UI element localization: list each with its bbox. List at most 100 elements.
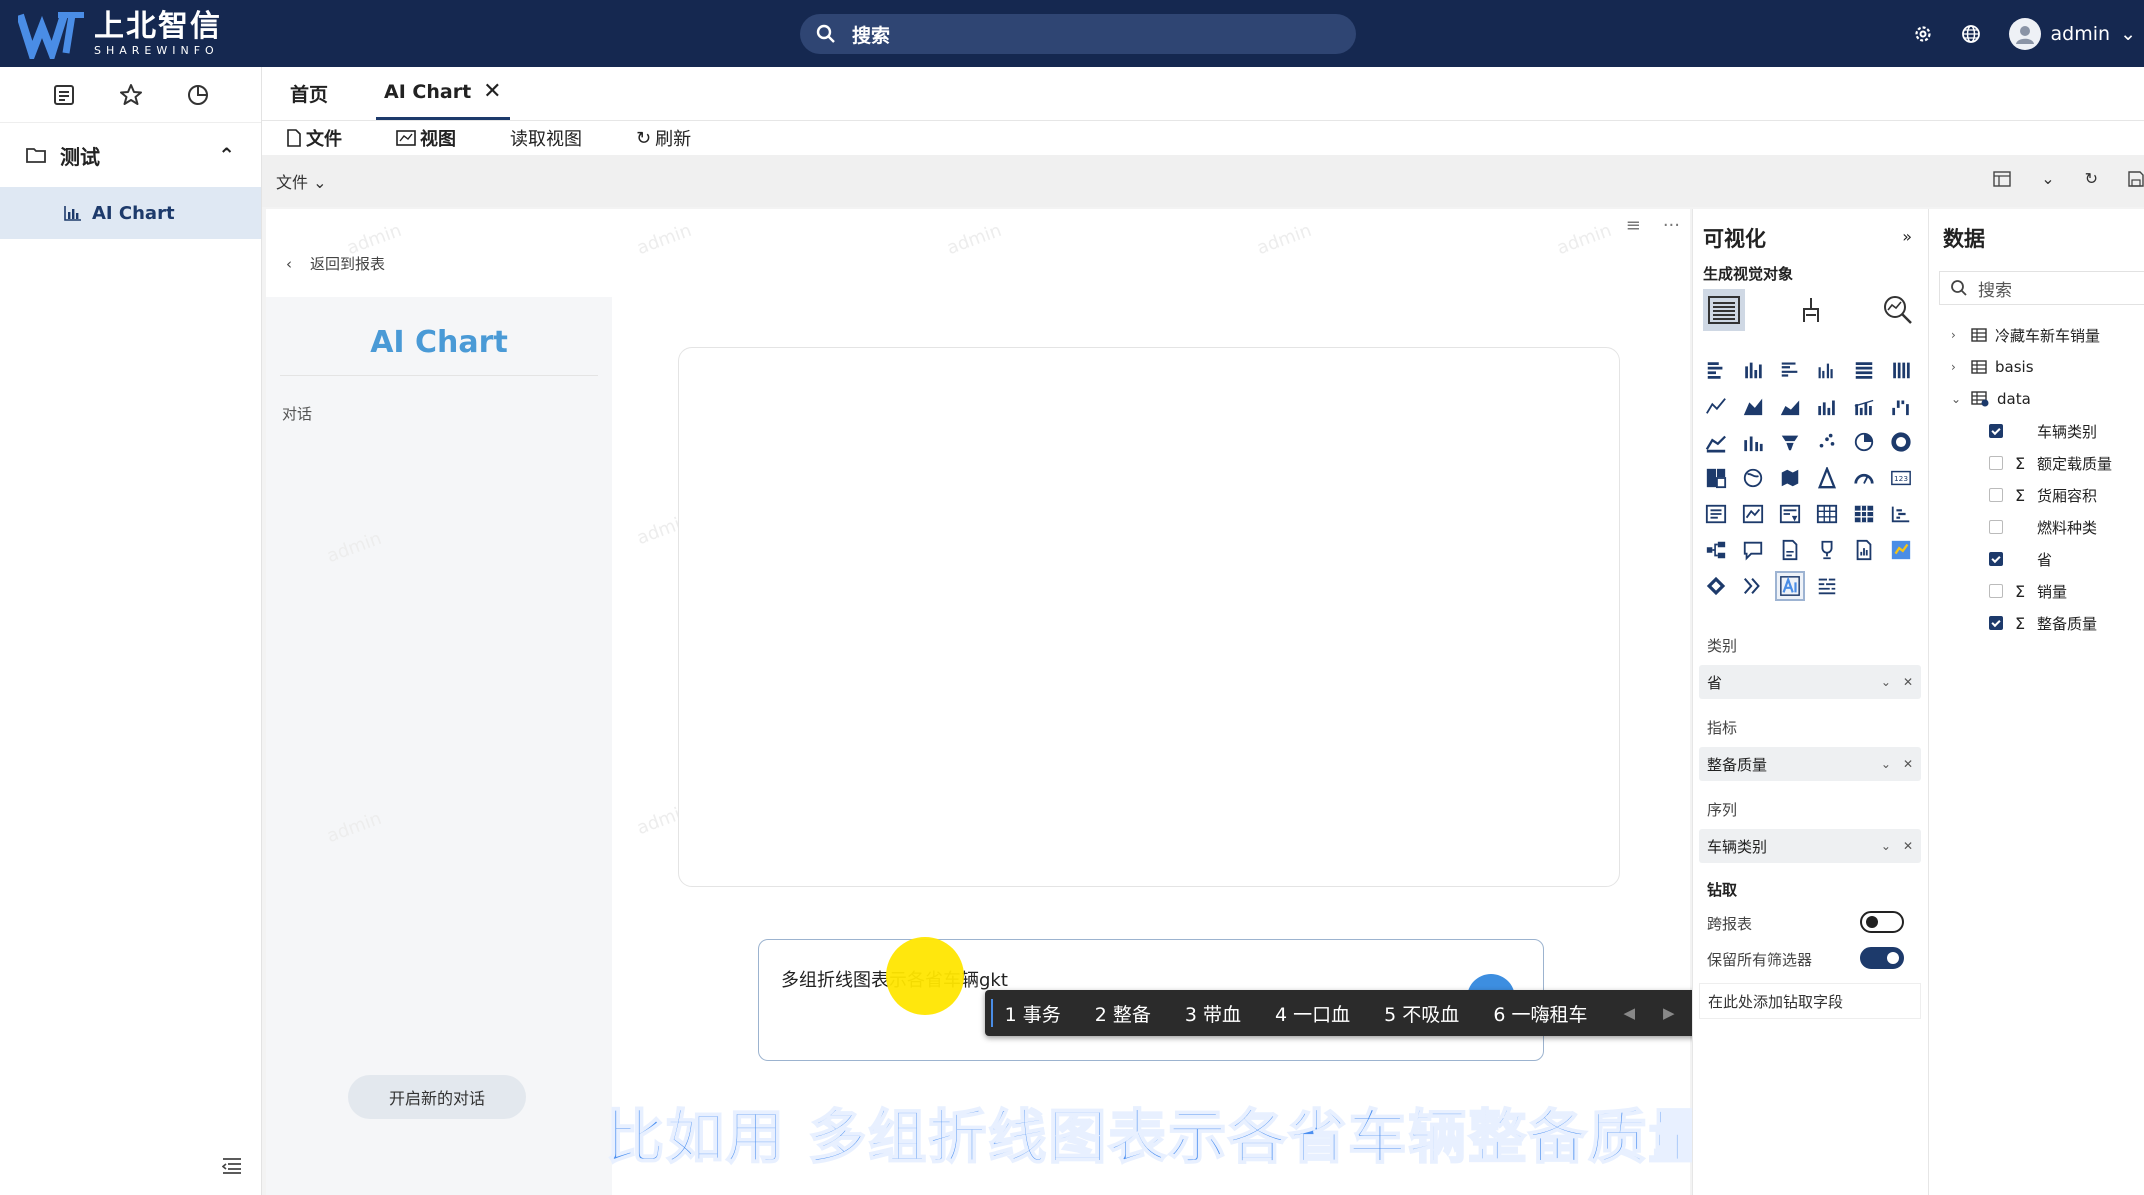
chevron-down-icon[interactable]: ⌄ [2041,169,2054,188]
data-search-input[interactable]: 搜索 [1939,271,2144,305]
format-visual-tab[interactable] [1790,289,1832,331]
chevron-down-icon[interactable]: ⌄ [1881,675,1891,689]
keep-filters-toggle[interactable] [1860,947,1904,969]
visual-type-scatter-line-icon[interactable] [1703,429,1729,455]
field-checkbox[interactable] [1989,424,2003,438]
visual-type-filled-map-icon[interactable] [1777,465,1803,491]
table-node[interactable]: › 冷藏车新车销量 [1929,319,2144,351]
field-item[interactable]: Σ 整备质量 [1929,607,2144,639]
field-checkbox[interactable] [1989,488,2003,502]
double-chevron-right-icon[interactable]: » [1902,227,1912,246]
field-item[interactable]: 省 [1929,543,2144,575]
back-to-report-link[interactable]: ‹ 返回到报表 [286,253,385,274]
visual-type-slicer-icon[interactable] [1777,501,1803,527]
field-checkbox[interactable] [1989,616,2003,630]
field-checkbox[interactable] [1989,456,2003,470]
sidebar-item-ai-chart[interactable]: AI Chart [0,187,261,239]
visual-type-shape-icon[interactable] [1814,465,1840,491]
visual-type-report-icon[interactable] [1851,537,1877,563]
visual-type-kpi-icon[interactable] [1740,501,1766,527]
chevron-down-icon[interactable]: ⌄ [1881,757,1891,771]
ime-candidate[interactable]: 6 一嗨租车 [1493,1000,1587,1027]
cross-report-toggle[interactable] [1860,911,1904,933]
field-checkbox[interactable] [1989,520,2003,534]
drill-field-dropzone[interactable]: 在此处添加钻取字段 [1699,983,1921,1019]
chevron-down-icon[interactable]: ⌄ [1881,839,1891,853]
visual-type-100-column-icon[interactable] [1888,357,1914,383]
visual-type-waterfall-icon[interactable] [1888,393,1914,419]
ime-candidate[interactable]: 4 一口血 [1275,1000,1350,1027]
collapse-menu-icon[interactable] [222,1157,242,1175]
visual-type-matrix-icon[interactable] [1851,501,1877,527]
visual-type-clustered-bar-icon[interactable] [1777,357,1803,383]
table-node[interactable]: ⌄ data [1929,383,2144,415]
visual-type-gauge-icon[interactable] [1851,465,1877,491]
new-chat-button[interactable]: 开启新的对话 [348,1075,526,1119]
ime-candidate[interactable]: 3 带血 [1185,1000,1241,1027]
file-menu-button[interactable]: 文件 [286,125,342,151]
star-icon[interactable] [118,82,144,108]
sidebar-group-test[interactable]: 测试 ⌃ [0,123,261,187]
tab-ai-chart[interactable]: AI Chart ✕ [376,66,510,120]
visual-type-paginated-icon[interactable] [1777,537,1803,563]
visual-type-stacked-column-icon[interactable] [1740,357,1766,383]
ime-candidate[interactable]: 5 不吸血 [1384,1000,1459,1027]
visual-type-area-icon[interactable] [1740,393,1766,419]
metric-well[interactable]: 整备质量 ⌄ ✕ [1699,747,1921,781]
visual-type-scatter-icon[interactable] [1814,429,1840,455]
visual-type-line-column-icon[interactable] [1814,393,1840,419]
save-icon[interactable] [2128,170,2144,187]
visual-type-python-icon[interactable] [1888,537,1914,563]
visual-type-smart-narrative-icon[interactable] [1740,573,1766,599]
visual-type-decomposition-icon[interactable] [1888,501,1914,527]
prev-page-icon[interactable]: ◀ [1623,1004,1635,1022]
visual-type-speech-icon[interactable] [1740,537,1766,563]
globe-icon[interactable] [1961,24,1981,44]
report-list-icon[interactable] [51,82,77,108]
visual-type-line-icon[interactable] [1703,393,1729,419]
user-menu[interactable]: admin ⌄ [2008,17,2136,50]
visual-type-stacked-bar-icon[interactable] [1703,357,1729,383]
visual-type-multi-row-card-icon[interactable] [1703,501,1729,527]
field-item[interactable]: Σ 额定载质量 [1929,447,2144,479]
field-checkbox[interactable] [1989,552,2003,566]
build-visual-tab[interactable] [1703,289,1745,331]
next-page-icon[interactable]: ▶ [1663,1004,1675,1022]
refresh-button[interactable]: ↻ 刷新 [636,125,691,151]
field-item[interactable]: 车辆类别 [1929,415,2144,447]
global-search[interactable]: 搜索 [800,14,1356,54]
visual-type-power-apps-icon[interactable] [1703,573,1729,599]
layout-icon[interactable] [1993,170,2011,187]
tab-home[interactable]: 首页 [282,66,336,120]
visual-type-stacked-area-icon[interactable] [1777,393,1803,419]
visual-type-ai-chart-icon[interactable] [1775,571,1805,601]
visual-type-treemap-icon[interactable] [1703,465,1729,491]
visual-type-key-influencers-icon[interactable] [1703,537,1729,563]
field-checkbox[interactable] [1989,584,2003,598]
history-icon[interactable] [185,82,211,108]
refresh-icon[interactable]: ↻ [2085,169,2098,188]
ime-candidate[interactable]: 2 整备 [1095,1000,1151,1027]
analytics-tab[interactable] [1877,289,1919,331]
read-view-button[interactable]: 读取视图 [510,125,582,151]
visual-type-funnel-icon[interactable] [1777,429,1803,455]
filter-icon[interactable]: ≡ [1626,215,1641,236]
visual-type-trophy-icon[interactable] [1814,537,1840,563]
remove-icon[interactable]: ✕ [1903,839,1913,853]
view-menu-button[interactable]: 视图 [396,125,456,151]
visual-type-100-bar-icon[interactable] [1851,357,1877,383]
visual-type-donut-icon[interactable] [1888,429,1914,455]
visual-type-funnel-column-icon[interactable] [1740,429,1766,455]
visual-type-map-icon[interactable] [1740,465,1766,491]
field-item[interactable]: Σ 销量 [1929,575,2144,607]
gear-icon[interactable] [1913,24,1933,44]
remove-icon[interactable]: ✕ [1903,675,1913,689]
visual-type-clustered-column-icon[interactable] [1814,357,1840,383]
visual-type-pie-icon[interactable] [1851,429,1877,455]
close-icon[interactable]: ✕ [483,79,501,104]
logo[interactable]: 上北智信 SHAREWINFO [18,8,222,60]
field-item[interactable]: Σ 货厢容积 [1929,479,2144,511]
visual-type-ribbon-icon[interactable] [1851,393,1877,419]
category-well[interactable]: 省 ⌄ ✕ [1699,665,1921,699]
table-node[interactable]: › basis [1929,351,2144,383]
